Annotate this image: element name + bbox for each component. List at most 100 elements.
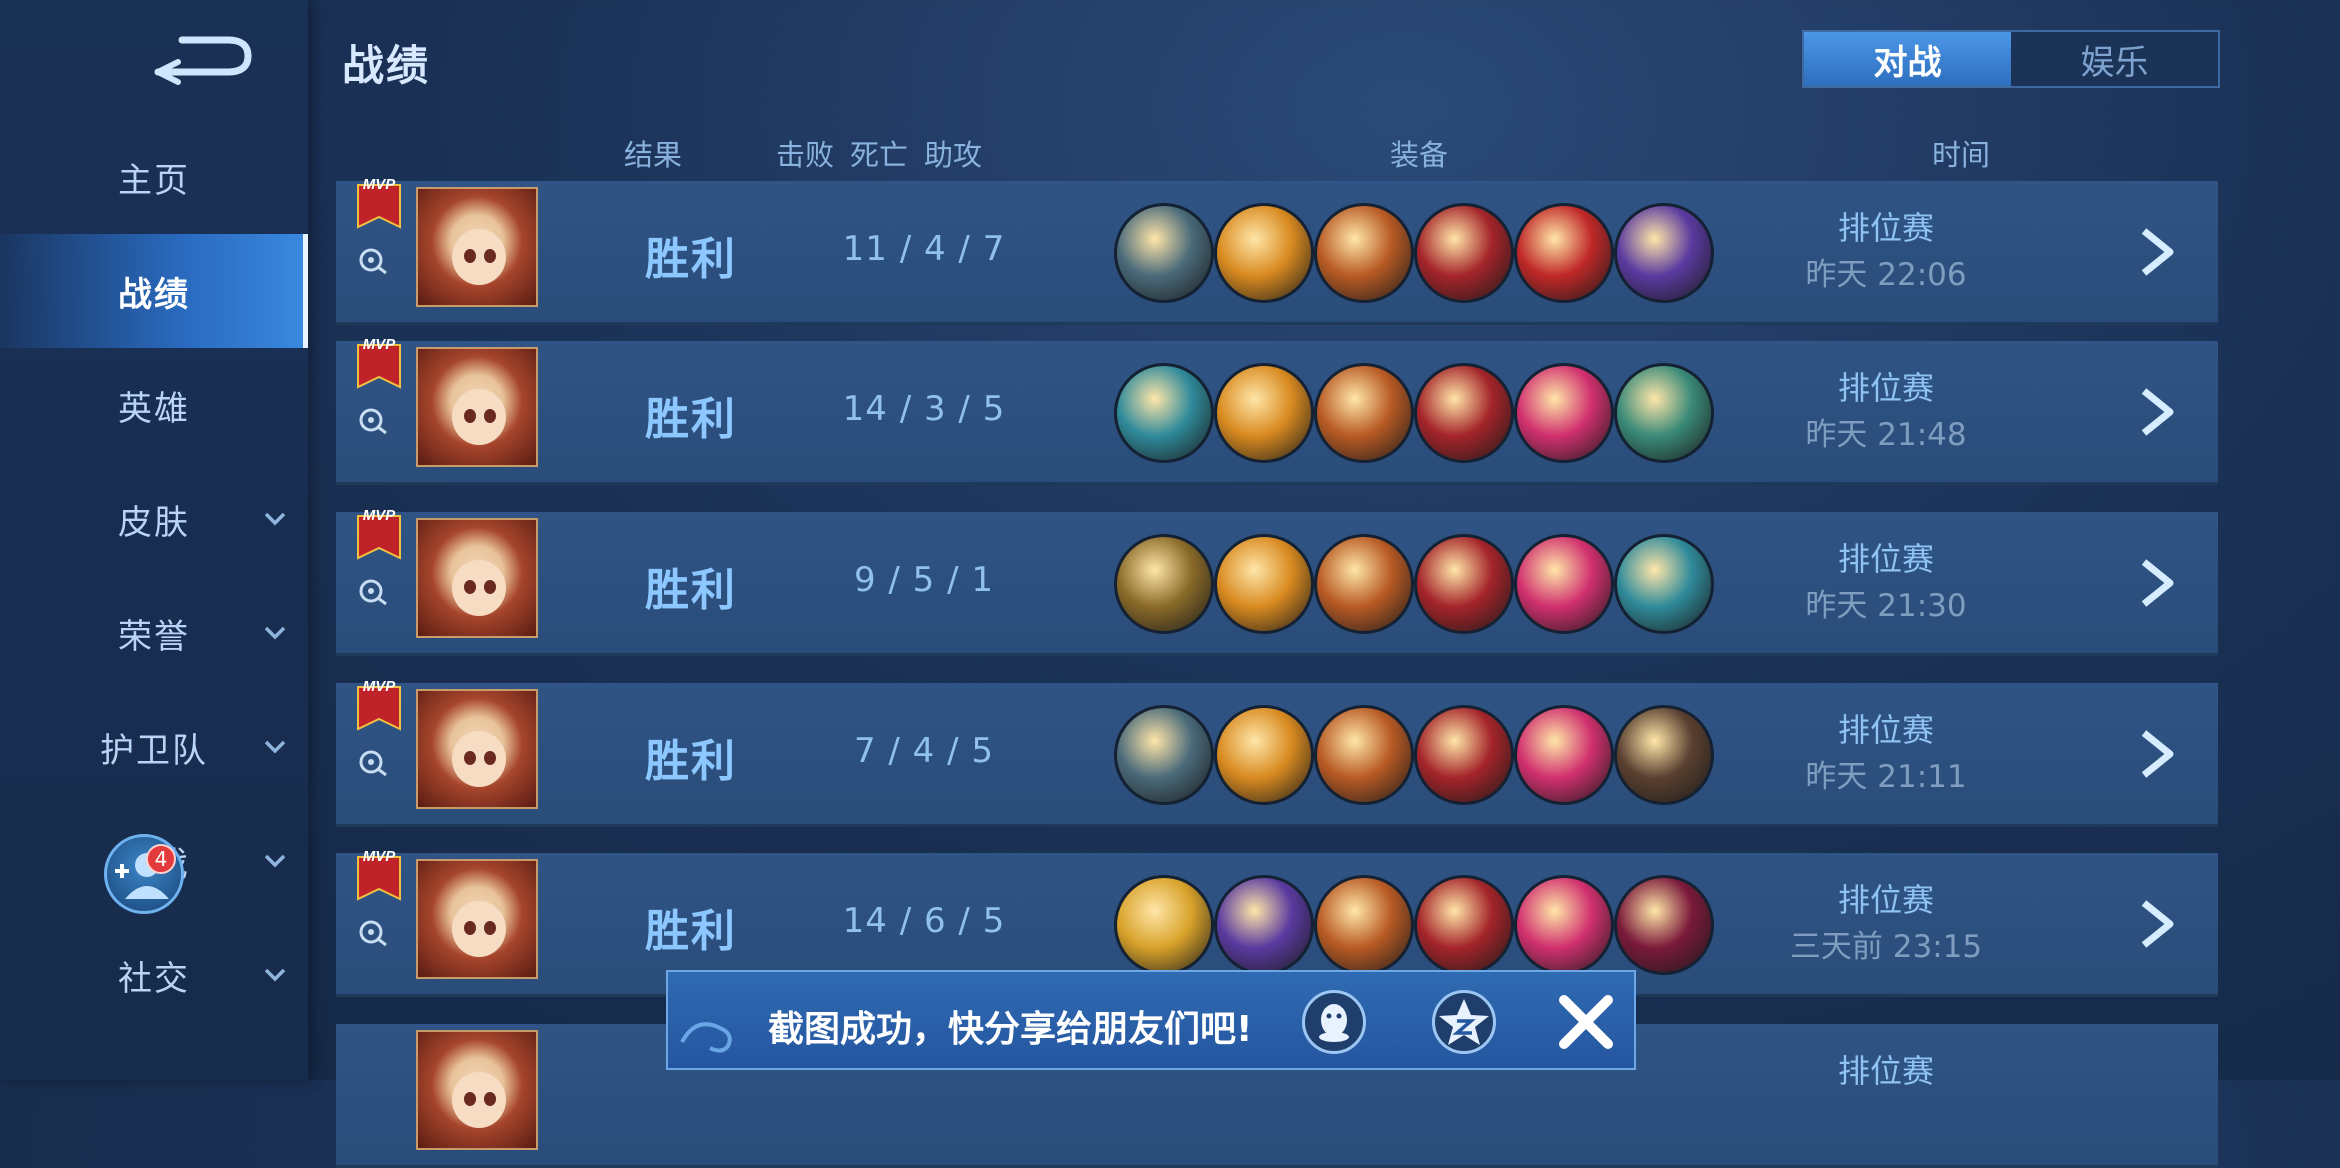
sidebar-item-label: 荣誉: [118, 616, 190, 657]
match-time: 昨天 21:48: [1805, 417, 1967, 453]
equipment-pink-blade-icon: [1514, 534, 1614, 634]
chevron-right-icon[interactable]: [2130, 897, 2184, 951]
page-title: 战绩: [342, 41, 431, 90]
chevron-right-icon[interactable]: [2130, 385, 2184, 439]
column-equipment: 装备: [1390, 138, 1449, 172]
table-row[interactable]: MVP 胜利 9 / 5 / 1 排位赛昨天 21:30: [336, 507, 2218, 656]
match-mode: 排位赛: [1837, 1052, 1934, 1090]
equipment-red-helm-icon: [1514, 203, 1614, 303]
screenshot-toast: 截图成功，快分享给朋友们吧!: [666, 970, 1636, 1070]
equipment-gold-boots-icon: [1114, 534, 1214, 634]
sidebar-item-label: 皮肤: [118, 502, 190, 543]
chevron-down-icon: [264, 512, 286, 526]
equipment-crimson-blade-icon: [1414, 534, 1514, 634]
sidebar-item-7[interactable]: 社交: [0, 918, 308, 1032]
equipment-leather-boots-icon: [1614, 705, 1714, 805]
mvp-label: MVP: [363, 507, 397, 524]
match-time: 昨天 21:11: [1805, 759, 1967, 795]
equipment-golden-claw-icon: [1214, 534, 1314, 634]
equipment-pink-blade-icon: [1514, 875, 1614, 975]
column-assists: 助攻: [924, 138, 983, 172]
table-row[interactable]: MVP 胜利 7 / 4 / 5 排位赛 昨天 21:11: [336, 678, 2218, 827]
chevron-down-icon: [264, 626, 286, 640]
replay-icon[interactable]: [356, 915, 390, 949]
chevron-down-icon: [264, 968, 286, 982]
kda-score: 14 / 3 / 5: [842, 389, 1006, 429]
equipment-flame-blade-icon: [1314, 534, 1414, 634]
equipment-golden-claw-icon: [1214, 363, 1314, 463]
hero-portrait: [416, 518, 538, 638]
hero-portrait: [416, 689, 538, 809]
mvp-badge-icon: MVP: [357, 176, 401, 229]
match-time: 三天前 23:15: [1789, 929, 1983, 965]
sidebar-item-label: 主页: [118, 160, 190, 201]
equipment-crimson-blade-icon: [1414, 705, 1514, 805]
mode-tabs: 对战 娱乐: [1802, 30, 2220, 88]
equipment-boots-steel-icon: [1114, 705, 1214, 805]
match-time: 昨天 21:30: [1805, 588, 1967, 624]
match-result: 胜利: [645, 394, 737, 445]
qq-share-icon[interactable]: [1302, 990, 1366, 1054]
table-row[interactable]: MVP 胜利 11 / 4 / 7 排位赛 昨天 22:06: [336, 176, 2218, 325]
equipment-pink-blade-icon: [1514, 363, 1614, 463]
tab-battle[interactable]: 对战: [1804, 32, 2011, 86]
match-result: 胜利: [645, 736, 737, 787]
equipment-green-boots-icon: [1614, 363, 1714, 463]
replay-icon[interactable]: [356, 243, 390, 277]
table-row[interactable]: MVP 胜利 14 / 3 / 5 排位赛 昨天 21:48: [336, 336, 2218, 485]
sidebar-item-4[interactable]: 荣誉: [0, 576, 308, 690]
replay-icon[interactable]: [356, 745, 390, 779]
qzone-share-icon[interactable]: [1432, 990, 1496, 1054]
mvp-badge-icon: MVP: [357, 336, 401, 389]
mvp-badge-icon: MVP: [357, 678, 401, 731]
column-deaths: 死亡: [850, 138, 909, 172]
match-result: 胜利: [645, 234, 737, 285]
sidebar-item-label: 战绩: [118, 274, 190, 315]
match-time: 昨天 22:06: [1805, 257, 1967, 293]
equipment-crimson-blade-icon: [1414, 875, 1514, 975]
equipment-void-spear-icon: [1614, 203, 1714, 303]
mvp-label: MVP: [363, 848, 397, 865]
chevron-right-icon[interactable]: [2130, 556, 2184, 610]
sidebar-item-5[interactable]: 护卫队: [0, 690, 308, 804]
mvp-label: MVP: [363, 678, 397, 695]
equipment-dark-blade-icon: [1614, 875, 1714, 975]
kda-score: 7 / 4 / 5: [853, 731, 995, 771]
hero-portrait: [416, 1030, 538, 1150]
equipment-golden-claw-icon: [1214, 203, 1314, 303]
back-arrow-icon[interactable]: [148, 28, 258, 88]
sidebar-item-label: 社交: [118, 958, 190, 999]
sidebar-item-2[interactable]: 英雄: [0, 348, 308, 462]
equipment-flame-blade-icon: [1314, 875, 1414, 975]
friends-button[interactable]: [104, 834, 184, 914]
chevron-right-icon[interactable]: [2130, 225, 2184, 279]
equipment-frost-sword-icon: [1114, 363, 1214, 463]
sidebar: 主页战绩英雄皮肤荣誉护卫队游戏社交 4: [0, 0, 308, 1080]
sidebar-item-label: 英雄: [118, 388, 190, 429]
replay-icon[interactable]: [356, 403, 390, 437]
sidebar-item-label: 护卫队: [100, 730, 208, 771]
match-mode: 排位赛: [1837, 881, 1934, 919]
chevron-down-icon: [264, 854, 286, 868]
kda-score: 9 / 5 / 1: [853, 560, 995, 600]
sidebar-item-1[interactable]: 战绩: [0, 234, 308, 348]
kda-score: 14 / 6 / 5: [842, 901, 1006, 941]
equipment-flame-blade-icon: [1314, 203, 1414, 303]
match-result: 胜利: [645, 906, 737, 957]
chevron-right-icon[interactable]: [2130, 727, 2184, 781]
cloud-decoration-icon: [680, 1022, 732, 1053]
hero-portrait: [416, 347, 538, 467]
sidebar-item-3[interactable]: 皮肤: [0, 462, 308, 576]
equipment-crimson-blade-icon: [1414, 203, 1514, 303]
replay-icon[interactable]: [356, 574, 390, 608]
tab-entertainment[interactable]: 娱乐: [2011, 32, 2218, 86]
hero-portrait: [416, 187, 538, 307]
match-mode: 排位赛: [1837, 540, 1934, 578]
sidebar-item-0[interactable]: 主页: [0, 120, 308, 234]
close-icon[interactable]: [1558, 994, 1614, 1050]
match-result: 胜利: [645, 565, 737, 616]
equipment-golden-arrow-icon: [1114, 875, 1214, 975]
equipment-boots-steel-icon: [1114, 203, 1214, 303]
match-mode: 排位赛: [1837, 209, 1934, 247]
friends-badge: 4: [146, 844, 176, 874]
